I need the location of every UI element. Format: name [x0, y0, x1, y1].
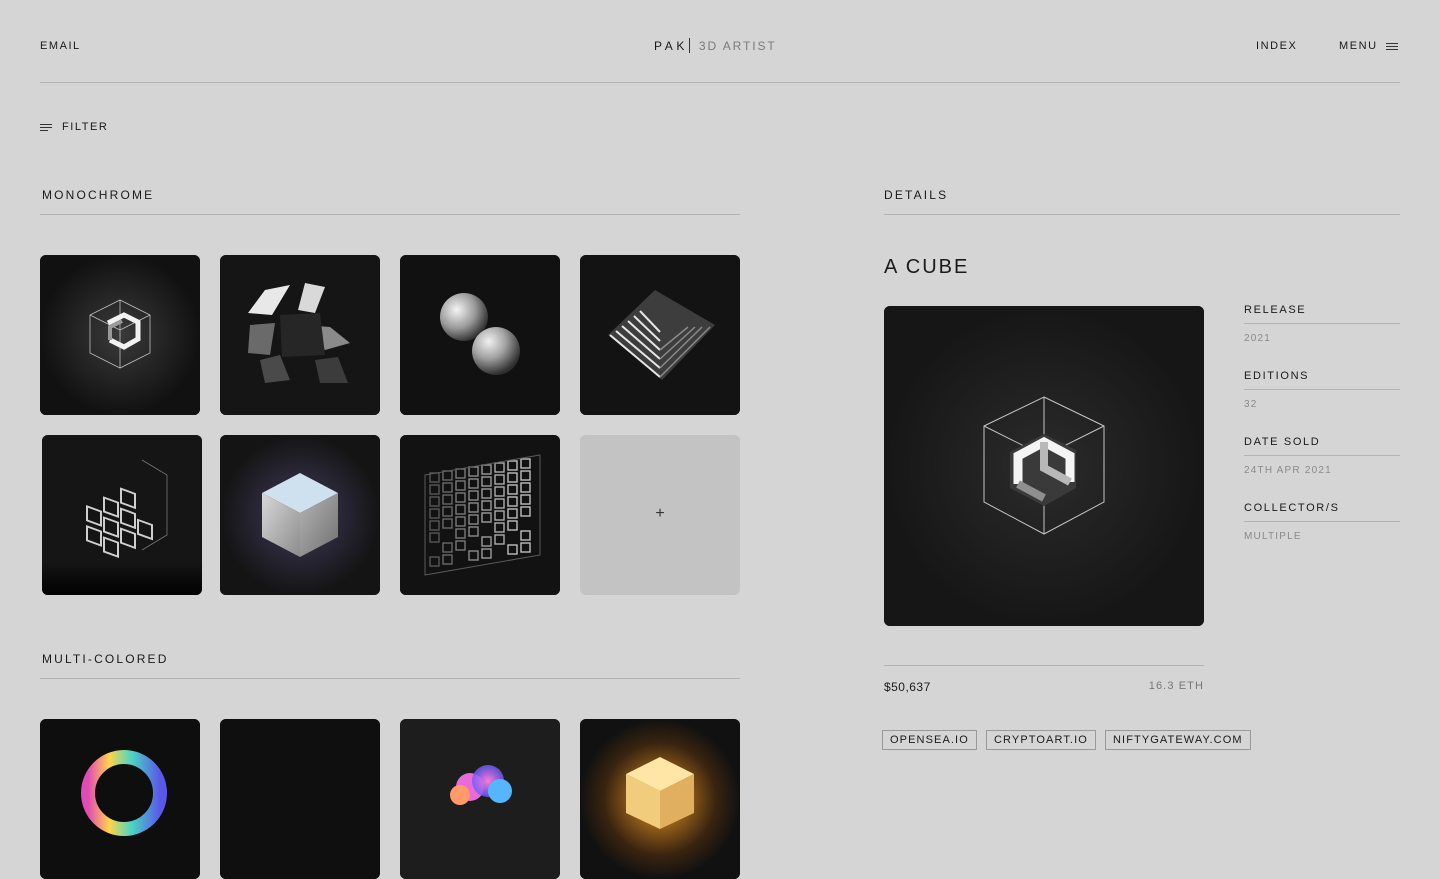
iridescent-ring-art[interactable]	[40, 719, 200, 879]
menu-label: MENU	[1339, 40, 1378, 52]
brand-name: PAK	[654, 38, 688, 53]
index-link[interactable]: INDEX	[1256, 40, 1297, 52]
release-label: RELEASE	[1244, 304, 1307, 316]
voxel-grid-art[interactable]	[400, 435, 560, 595]
hamburger-icon	[1385, 42, 1398, 50]
collectors-label: COLLECTOR/S	[1244, 502, 1340, 514]
stepped-pyramid-art[interactable]	[580, 255, 740, 415]
menu-button[interactable]: MENU	[1339, 40, 1398, 52]
cryptoart-link[interactable]: CRYPTOART.IO	[986, 730, 1096, 750]
multicolored-section-title: MULTI-COLORED	[42, 652, 169, 666]
niftygateway-link[interactable]: NIFTYGATEWAY.COM	[1105, 730, 1251, 750]
price-divider	[884, 665, 1204, 666]
details-section-title: DETAILS	[884, 188, 949, 202]
brand-divider	[688, 38, 690, 53]
filter-label: FILTER	[62, 121, 109, 133]
collectors-value: MULTIPLE	[1244, 531, 1302, 542]
date-sold-divider	[1244, 455, 1400, 456]
artwork-preview[interactable]	[884, 306, 1204, 626]
brand-logo[interactable]: PAK 3D ARTIST	[654, 38, 777, 53]
fractured-cube-art[interactable]	[220, 255, 380, 415]
header-divider	[40, 82, 1400, 83]
twin-spheres-art[interactable]	[400, 255, 560, 415]
details-divider	[884, 214, 1400, 215]
price-eth: 16.3 ETH	[1148, 680, 1204, 692]
add-tile-button[interactable]: +	[580, 435, 740, 595]
release-divider	[1244, 323, 1400, 324]
monochrome-section-title: MONOCHROME	[42, 188, 155, 202]
filter-icon	[40, 123, 52, 131]
date-sold-label: DATE SOLD	[1244, 436, 1321, 448]
opensea-link[interactable]: OPENSEA.IO	[882, 730, 977, 750]
email-link[interactable]: EMAIL	[40, 40, 81, 52]
filter-button[interactable]: FILTER	[40, 121, 108, 133]
lattice-cube-art[interactable]	[42, 435, 202, 595]
artwork-title: A CUBE	[884, 256, 970, 278]
dark-art[interactable]	[220, 719, 380, 879]
colored-cloud-art[interactable]	[400, 719, 560, 879]
collectors-divider	[1244, 521, 1400, 522]
monochrome-divider	[40, 214, 740, 215]
editions-label: EDITIONS	[1244, 370, 1310, 382]
wireframe-cube-art[interactable]	[40, 255, 200, 415]
plus-icon: +	[655, 505, 665, 522]
multicolored-divider	[40, 678, 740, 679]
editions-divider	[1244, 389, 1400, 390]
stone-cube-art[interactable]	[220, 435, 380, 595]
editions-value: 32	[1244, 399, 1258, 410]
glowing-cube-art[interactable]	[580, 719, 740, 879]
date-sold-value: 24TH APR 2021	[1244, 465, 1332, 476]
release-value: 2021	[1244, 333, 1272, 344]
brand-subtitle: 3D ARTIST	[698, 38, 777, 53]
price-usd: $50,637	[884, 680, 931, 694]
